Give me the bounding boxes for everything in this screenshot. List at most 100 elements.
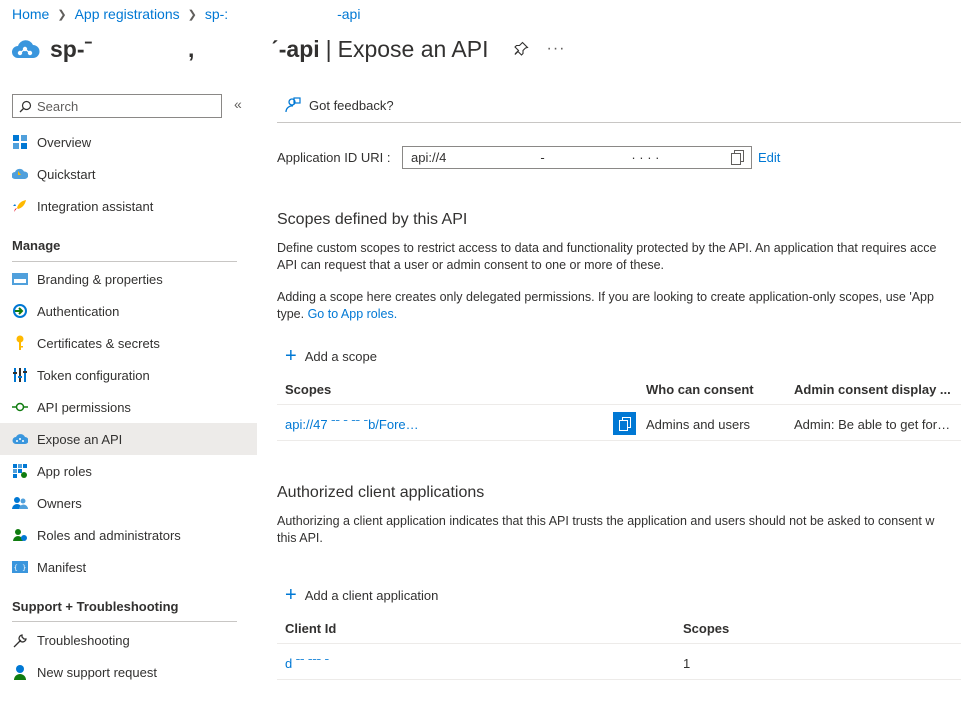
client-id-link[interactable]: d ˉˉ ˉˉˉ ˉ — [285, 656, 585, 671]
sidebar-item-label: Overview — [37, 134, 92, 150]
breadcrumb-app-registrations[interactable]: App registrations — [75, 6, 180, 22]
sidebar-item-label: Token configuration — [37, 367, 150, 383]
application-id-uri-label: Application ID URI : — [277, 149, 391, 165]
application-id-uri-field[interactable]: api://4 - · · · · — [402, 145, 752, 169]
scopes-table-header: Scopes Who can consent Admin consent dis… — [277, 375, 961, 405]
section-heading-manage: Manage — [12, 238, 61, 253]
sidebar-item-label: Integration assistant — [37, 198, 154, 214]
resource-name: sp-ˉ , ˊ-api — [50, 35, 320, 62]
app-registration-cloud-icon — [12, 40, 40, 58]
client-scopes-count: 1 — [683, 656, 691, 671]
column-header-who-can-consent[interactable]: Who can consent — [646, 382, 754, 397]
branding-icon — [12, 271, 28, 287]
pin-icon[interactable] — [513, 41, 529, 57]
copy-scope-button[interactable] — [613, 412, 636, 435]
add-scope-button[interactable]: + Add a scope — [285, 346, 377, 366]
sidebar-item-new-support-request[interactable]: New support request — [0, 656, 257, 688]
sidebar-item-manifest[interactable]: { } Manifest — [0, 551, 257, 583]
cloud-icon — [12, 431, 28, 447]
roles-icon — [12, 527, 28, 543]
key-icon — [12, 335, 28, 351]
support-person-icon — [12, 664, 28, 680]
sidebar-item-label: Certificates & secrets — [37, 335, 160, 351]
authorized-clients-description-line: this API. — [277, 531, 323, 545]
sidebar-item-troubleshooting[interactable]: Troubleshooting — [0, 624, 257, 656]
wrench-icon — [12, 632, 28, 648]
collapse-sidebar-icon[interactable]: « — [234, 96, 242, 112]
copy-icon — [618, 416, 631, 431]
sidebar-item-label: Manifest — [37, 559, 87, 575]
breadcrumb-current-app[interactable]: sp-: -api — [205, 6, 361, 22]
sidebar-item-label: New support request — [37, 664, 157, 680]
sidebar-item-label: Owners — [37, 495, 82, 511]
plus-icon: + — [285, 584, 297, 606]
main-content: Got feedback? Application ID URI : api:/… — [277, 88, 961, 717]
feedback-button[interactable]: Got feedback? — [285, 97, 394, 113]
quickstart-icon — [12, 166, 28, 182]
sidebar-item-owners[interactable]: Owners — [0, 487, 257, 519]
breadcrumb: Home ❯ App registrations ❯ sp-: -api — [12, 5, 360, 23]
column-header-scopes[interactable]: Scopes — [285, 382, 331, 397]
sidebar-item-label: Quickstart — [37, 166, 96, 182]
column-header-client-id[interactable]: Client Id — [285, 621, 336, 636]
sidebar-item-integration-assistant[interactable]: Integration assistant — [0, 190, 257, 222]
add-client-application-label: Add a client application — [304, 587, 439, 603]
sidebar-item-label: Branding & properties — [37, 271, 163, 287]
app-roles-icon — [12, 463, 28, 479]
search-placeholder: Search — [37, 98, 79, 114]
copy-icon[interactable] — [731, 149, 745, 165]
sidebar-item-app-roles[interactable]: App roles — [0, 455, 257, 487]
sidebar-item-branding[interactable]: Branding & properties — [0, 263, 257, 295]
sidebar-item-certificates-secrets[interactable]: Certificates & secrets — [0, 327, 257, 359]
scopes-note-prefix: type. — [277, 307, 308, 321]
clients-table-header: Client Id Scopes — [277, 614, 961, 644]
plus-icon: + — [285, 345, 297, 367]
sidebar-item-api-permissions[interactable]: API permissions — [0, 391, 257, 423]
add-scope-label: Add a scope — [304, 348, 377, 364]
command-bar: Got feedback? — [277, 88, 961, 123]
more-options-icon[interactable]: ··· — [547, 40, 566, 58]
application-id-uri-value: api://4 - · · · · — [411, 149, 664, 165]
add-client-application-button[interactable]: + Add a client application — [285, 585, 438, 605]
owners-icon — [12, 495, 28, 511]
sidebar-item-overview[interactable]: Overview — [0, 126, 257, 158]
chevron-right-icon: ❯ — [187, 8, 197, 21]
scopes-heading: Scopes defined by this API — [277, 211, 468, 228]
sidebar-menu: Search « Overview Quickstart Integration… — [0, 88, 257, 717]
section-divider — [12, 261, 237, 262]
column-header-admin-consent-display[interactable]: Admin consent display ... — [794, 382, 951, 397]
manifest-icon: { } — [12, 559, 28, 575]
sidebar-item-token-configuration[interactable]: Token configuration — [0, 359, 257, 391]
blade-title: Expose an API — [337, 35, 489, 62]
sidebar-item-label: Roles and administrators — [37, 527, 181, 543]
sidebar-item-authentication[interactable]: Authentication — [0, 295, 257, 327]
go-to-app-roles-link[interactable]: Go to App roles. — [308, 307, 398, 321]
authorized-clients-description: Authorizing a client application indicat… — [277, 513, 961, 547]
authentication-icon — [12, 303, 28, 319]
api-permissions-icon — [12, 399, 28, 415]
scope-link[interactable]: api://47 ˉˉ ˉ ˉˉ ˉb/Fore… — [285, 417, 605, 432]
sidebar-item-label: Troubleshooting — [37, 632, 130, 648]
sidebar-item-quickstart[interactable]: Quickstart — [0, 158, 257, 190]
svg-text:{ }: { } — [14, 564, 27, 572]
sidebar-item-roles-administrators[interactable]: Roles and administrators — [0, 519, 257, 551]
scopes-description: Define custom scopes to restrict access … — [277, 240, 961, 274]
breadcrumb-home[interactable]: Home — [12, 6, 49, 22]
table-row: d ˉˉ ˉˉˉ ˉ 1 — [277, 647, 961, 680]
page-title: sp-ˉ , ˊ-api | Expose an API — [50, 36, 489, 63]
admin-consent-display-value: Admin: Be able to get for… — [794, 417, 951, 432]
section-heading-support: Support + Troubleshooting — [12, 599, 179, 614]
token-icon — [12, 367, 28, 383]
search-icon — [19, 100, 32, 112]
authorized-clients-heading: Authorized client applications — [277, 484, 485, 501]
search-input[interactable]: Search — [12, 94, 222, 118]
sidebar-item-label: App roles — [37, 463, 92, 479]
sidebar-item-expose-an-api[interactable]: Expose an API — [0, 423, 257, 455]
chevron-right-icon: ❯ — [57, 8, 67, 21]
edit-uri-link[interactable]: Edit — [758, 150, 780, 165]
feedback-label: Got feedback? — [309, 97, 394, 113]
overview-icon — [12, 134, 28, 150]
application-id-uri-row: Application ID URI : api://4 - · · · · E… — [277, 145, 780, 169]
title-separator: | — [325, 35, 332, 62]
column-header-client-scopes[interactable]: Scopes — [683, 621, 729, 636]
